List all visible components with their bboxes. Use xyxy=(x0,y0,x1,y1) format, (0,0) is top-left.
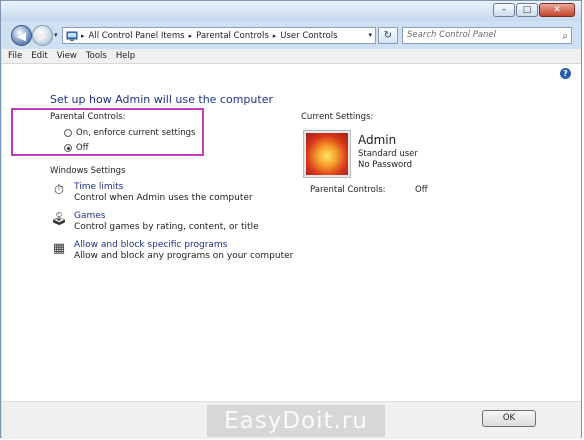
breadcrumb-separator: ▸ xyxy=(81,31,85,40)
breadcrumb-all-control-panel-items[interactable]: All Control Panel Items xyxy=(89,31,185,41)
parental-controls-window: – □ ✕ ◀ ▶ ▾ ▸ All Control Panel Items ▸ … xyxy=(0,0,582,439)
user-type: Standard user xyxy=(358,149,418,159)
search-placeholder: Search Control Panel xyxy=(407,30,497,40)
radio-off-label[interactable]: Off xyxy=(76,143,89,153)
time-limits-description: Control when Admin uses the computer xyxy=(74,192,253,203)
menu-bar: File Edit View Tools Help xyxy=(2,49,581,64)
clock-icon: ⏱ xyxy=(53,183,65,198)
help-icon[interactable]: ? xyxy=(560,68,571,79)
parental-controls-status-label: Parental Controls: xyxy=(310,185,386,195)
programs-icon: ▦ xyxy=(52,241,66,256)
refresh-button[interactable]: ↻ xyxy=(378,27,398,44)
menu-tools[interactable]: Tools xyxy=(86,51,107,61)
parental-controls-label: Parental Controls: xyxy=(50,112,126,122)
maximize-button[interactable]: □ xyxy=(516,3,538,17)
recent-pages-dropdown-icon[interactable]: ▾ xyxy=(54,31,58,39)
programs-description: Allow and block any programs on your com… xyxy=(74,250,294,261)
programs-link[interactable]: Allow and block specific programs xyxy=(74,240,293,251)
navigation-bar: ◀ ▶ ▾ ▸ All Control Panel Items ▸ Parent… xyxy=(1,23,581,47)
menu-help[interactable]: Help xyxy=(116,51,135,61)
breadcrumb-separator: ▸ xyxy=(272,31,277,40)
joystick-icon: 🕹 xyxy=(50,212,68,227)
search-icon[interactable]: ⌕ xyxy=(562,29,568,44)
back-button[interactable]: ◀ xyxy=(11,25,32,46)
title-bar[interactable]: – □ ✕ xyxy=(1,1,581,21)
main-content: ? Set up how Admin will use the computer… xyxy=(2,64,581,401)
windows-settings-label: Windows Settings xyxy=(50,166,126,176)
watermark: EasyDoit.ru xyxy=(207,405,385,437)
time-limits-link[interactable]: Time limits xyxy=(74,182,253,193)
ok-button[interactable]: OK xyxy=(482,410,536,427)
forward-button[interactable]: ▶ xyxy=(32,25,53,46)
address-bar[interactable]: ▸ All Control Panel Items ▸ Parental Con… xyxy=(62,27,376,44)
user-name: Admin xyxy=(358,133,397,147)
search-input[interactable]: Search Control Panel ⌕ xyxy=(402,27,572,44)
address-dropdown-icon[interactable]: ▾ xyxy=(368,31,372,39)
menu-file[interactable]: File xyxy=(8,51,22,61)
setting-time-limits[interactable]: ⏱ Time limits Control when Admin uses th… xyxy=(50,182,253,203)
parental-controls-status-value: Off xyxy=(415,185,428,195)
setting-games[interactable]: 🕹 Games Control games by rating, content… xyxy=(50,211,259,232)
minimize-button[interactable]: – xyxy=(493,3,515,17)
breadcrumb-parental-controls[interactable]: Parental Controls xyxy=(196,31,269,41)
window-buttons: – □ ✕ xyxy=(493,3,575,17)
setting-programs[interactable]: ▦ Allow and block specific programs Allo… xyxy=(50,240,294,261)
breadcrumb-separator: ▸ xyxy=(188,31,193,40)
radio-on-enforce[interactable]: On, enforce current settings xyxy=(64,128,195,138)
user-avatar xyxy=(303,130,351,178)
breadcrumb-user-controls[interactable]: User Controls xyxy=(280,31,337,41)
close-button[interactable]: ✕ xyxy=(539,3,575,17)
radio-off-button[interactable] xyxy=(64,144,72,152)
radio-on-button[interactable] xyxy=(64,129,72,137)
page-title: Set up how Admin will use the computer xyxy=(50,93,273,106)
games-description: Control games by rating, content, or tit… xyxy=(74,221,259,232)
menu-edit[interactable]: Edit xyxy=(31,51,47,61)
menu-view[interactable]: View xyxy=(57,51,77,61)
control-panel-icon xyxy=(66,31,78,41)
footer-bar: EasyDoit.ru OK xyxy=(2,401,581,439)
radio-on-label[interactable]: On, enforce current settings xyxy=(76,128,195,138)
radio-off[interactable]: Off xyxy=(64,143,89,153)
user-info: Admin Standard user No Password xyxy=(358,133,418,170)
current-settings-label: Current Settings: xyxy=(301,112,374,122)
games-link[interactable]: Games xyxy=(74,211,259,222)
user-password-status: No Password xyxy=(358,159,412,170)
